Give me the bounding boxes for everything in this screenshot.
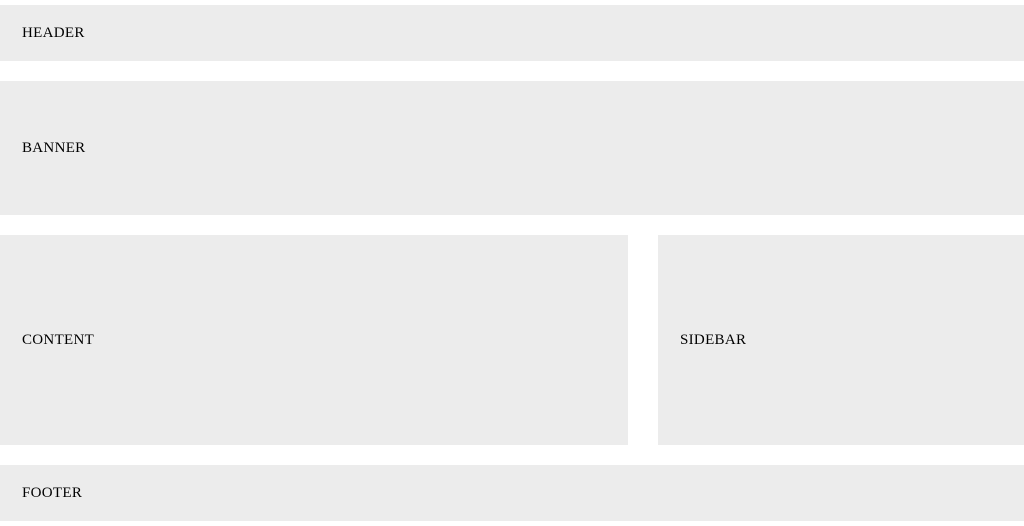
footer-region: FOOTER (0, 465, 1024, 521)
layout-wireframe: HEADER BANNER CONTENT SIDEBAR FOOTER (0, 0, 1024, 521)
content-region: CONTENT (0, 235, 628, 445)
header-label: HEADER (22, 25, 85, 42)
banner-label: BANNER (22, 140, 85, 157)
footer-label: FOOTER (22, 485, 82, 502)
middle-row: CONTENT SIDEBAR (0, 235, 1024, 445)
content-label: CONTENT (22, 332, 94, 349)
header-region: HEADER (0, 5, 1024, 61)
sidebar-label: SIDEBAR (680, 332, 746, 349)
banner-region: BANNER (0, 81, 1024, 215)
sidebar-region: SIDEBAR (658, 235, 1024, 445)
